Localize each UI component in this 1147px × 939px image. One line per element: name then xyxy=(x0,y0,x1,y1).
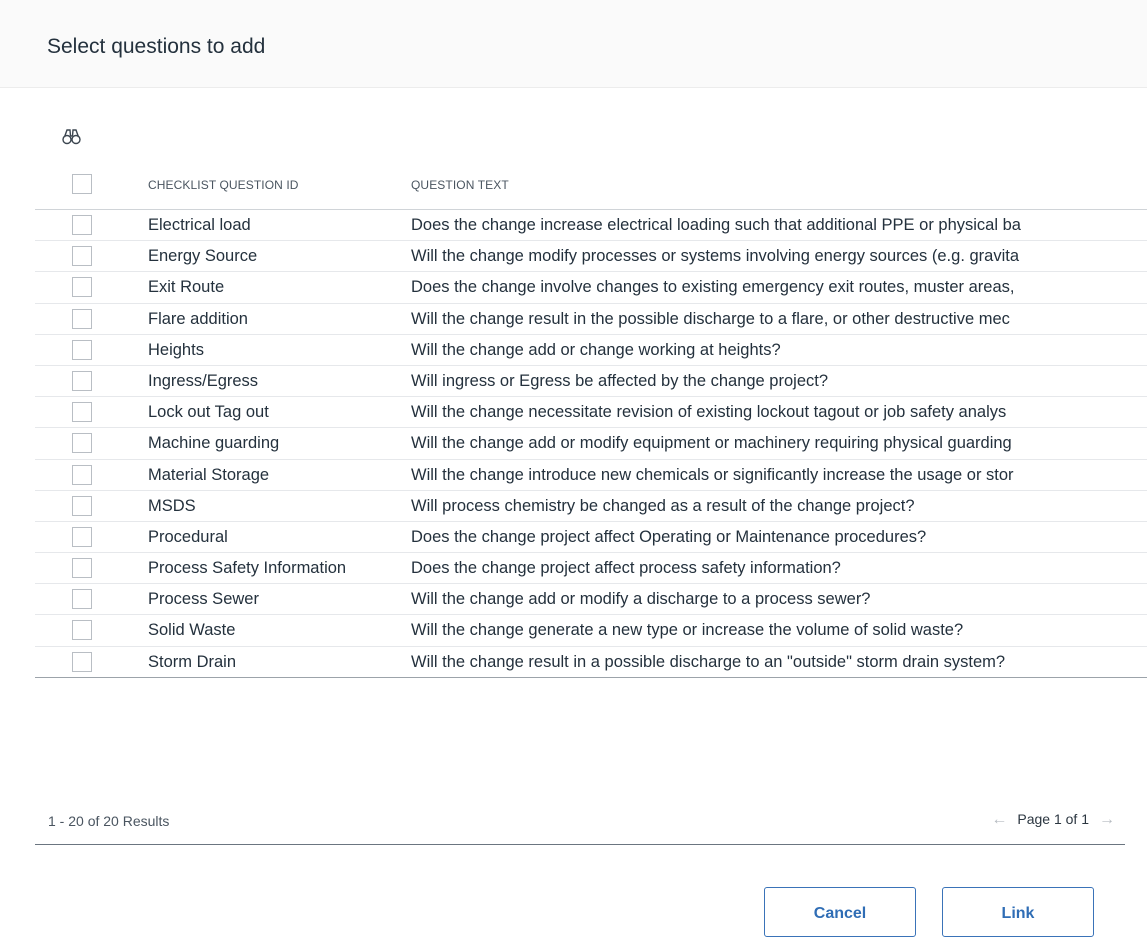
page-indicator: Page 1 of 1 xyxy=(1017,811,1089,827)
question-text-cell: Will the change add or modify a discharg… xyxy=(411,590,871,609)
question-text-cell: Will the change modify processes or syst… xyxy=(411,247,1020,266)
question-text-cell: Will the change add or modify equipment … xyxy=(411,434,1012,453)
prev-page-arrow-icon[interactable]: ← xyxy=(981,811,1017,828)
question-text-cell: Does the change project affect process s… xyxy=(411,559,841,578)
row-checkbox[interactable] xyxy=(72,308,92,329)
table-row[interactable]: Lock out Tag out Will the change necessit… xyxy=(35,397,1147,429)
question-id-cell: Process Sewer xyxy=(148,590,259,609)
row-checkbox[interactable] xyxy=(72,526,92,547)
question-text-cell: Does the change project affect Operating… xyxy=(411,527,927,546)
table-header: CHECKLIST QUESTION ID QUESTION TEXT xyxy=(35,168,1147,210)
row-checkbox[interactable] xyxy=(72,651,92,672)
question-id-cell: Procedural xyxy=(148,527,228,546)
question-text-cell: Will the change result in the possible d… xyxy=(411,309,1010,328)
row-checkbox[interactable] xyxy=(72,495,92,516)
question-id-cell: Flare addition xyxy=(148,309,248,328)
question-text-cell: Does the change increase electrical load… xyxy=(411,216,1021,234)
question-id-cell: Electrical load xyxy=(148,216,251,234)
row-checkbox[interactable] xyxy=(72,370,92,391)
row-checkbox[interactable] xyxy=(72,339,92,360)
question-id-cell: Energy Source xyxy=(148,247,258,266)
row-checkbox[interactable] xyxy=(72,589,92,610)
results-count: 1 - 20 of 20 Results xyxy=(48,813,170,829)
dialog-header: Select questions to add xyxy=(0,0,1147,88)
table-row[interactable]: Ingress/Egress Will ingress or Egress be … xyxy=(35,366,1147,398)
question-id-cell: Material Storage xyxy=(148,465,270,484)
question-id-cell: Heights xyxy=(148,340,204,359)
row-checkbox[interactable] xyxy=(72,402,92,423)
row-checkbox[interactable] xyxy=(72,620,92,641)
question-id-cell: Lock out Tag out xyxy=(148,403,269,422)
question-text-cell: Will ingress or Egress be affected by th… xyxy=(411,371,829,390)
question-text-cell: Will the change generate a new type or i… xyxy=(411,621,964,640)
table-row[interactable]: Procedural Does the change project affect… xyxy=(35,522,1147,554)
table-row[interactable]: Solid Waste Will the change generate a ne… xyxy=(35,615,1147,647)
question-id-cell: Machine guarding xyxy=(148,434,280,453)
row-checkbox[interactable] xyxy=(72,464,92,485)
column-header-question-text[interactable]: QUESTION TEXT xyxy=(411,178,509,192)
question-id-cell: Storm Drain xyxy=(148,652,237,671)
binoculars-icon[interactable] xyxy=(62,128,81,145)
table-row[interactable]: Heights Will the change add or change wor… xyxy=(35,335,1147,366)
table-body: Electrical load Does the change increase … xyxy=(35,210,1147,678)
cancel-button[interactable]: Cancel xyxy=(764,887,916,937)
dialog-title: Select questions to add xyxy=(47,35,266,58)
select-all-checkbox[interactable] xyxy=(72,174,92,194)
column-header-question-id[interactable]: CHECKLIST QUESTION ID xyxy=(148,178,299,192)
question-id-cell: Process Safety Information xyxy=(148,559,347,578)
question-id-cell: Exit Route xyxy=(148,278,225,297)
table-row[interactable]: Process Sewer Will the change add or modi… xyxy=(35,584,1147,616)
question-id-cell: MSDS xyxy=(148,496,196,515)
table-footer: 1 - 20 of 20 Results ← Page 1 of 1 → xyxy=(35,800,1125,845)
question-text-cell: Will the change result in a possible dis… xyxy=(411,652,1006,671)
question-id-cell: Solid Waste xyxy=(148,621,236,640)
table-row[interactable]: Process Safety Information Does the chang… xyxy=(35,553,1147,585)
table-row[interactable]: Material Storage Will the change introduc… xyxy=(35,460,1147,491)
table-row[interactable]: Flare addition Will the change result in … xyxy=(35,304,1147,335)
pager: ← Page 1 of 1 → xyxy=(981,811,1125,829)
table-row[interactable]: Electrical load Does the change increase … xyxy=(35,210,1147,242)
question-text-cell: Will the change introduce new chemicals … xyxy=(411,465,1014,484)
table-row[interactable]: Energy Source Will the change modify proc… xyxy=(35,241,1147,273)
row-checkbox[interactable] xyxy=(72,433,92,454)
row-checkbox[interactable] xyxy=(72,215,92,235)
next-page-arrow-icon[interactable]: → xyxy=(1089,811,1125,828)
question-text-cell: Does the change involve changes to exist… xyxy=(411,278,1015,297)
row-checkbox[interactable] xyxy=(72,246,92,267)
table-row[interactable]: Storm Drain Will the change result in a p… xyxy=(35,647,1147,678)
table-row[interactable]: MSDS Will process chemistry be changed as… xyxy=(35,491,1147,522)
table-row[interactable]: Exit Route Does the change involve change… xyxy=(35,272,1147,304)
row-checkbox[interactable] xyxy=(72,277,92,298)
question-text-cell: Will the change necessitate revision of … xyxy=(411,403,1007,422)
question-text-cell: Will the change add or change working at… xyxy=(411,340,781,359)
row-checkbox[interactable] xyxy=(72,558,92,579)
link-button[interactable]: Link xyxy=(942,887,1094,937)
question-id-cell: Ingress/Egress xyxy=(148,371,259,390)
question-text-cell: Will process chemistry be changed as a r… xyxy=(411,496,915,515)
table-row[interactable]: Machine guarding Will the change add or m… xyxy=(35,428,1147,460)
